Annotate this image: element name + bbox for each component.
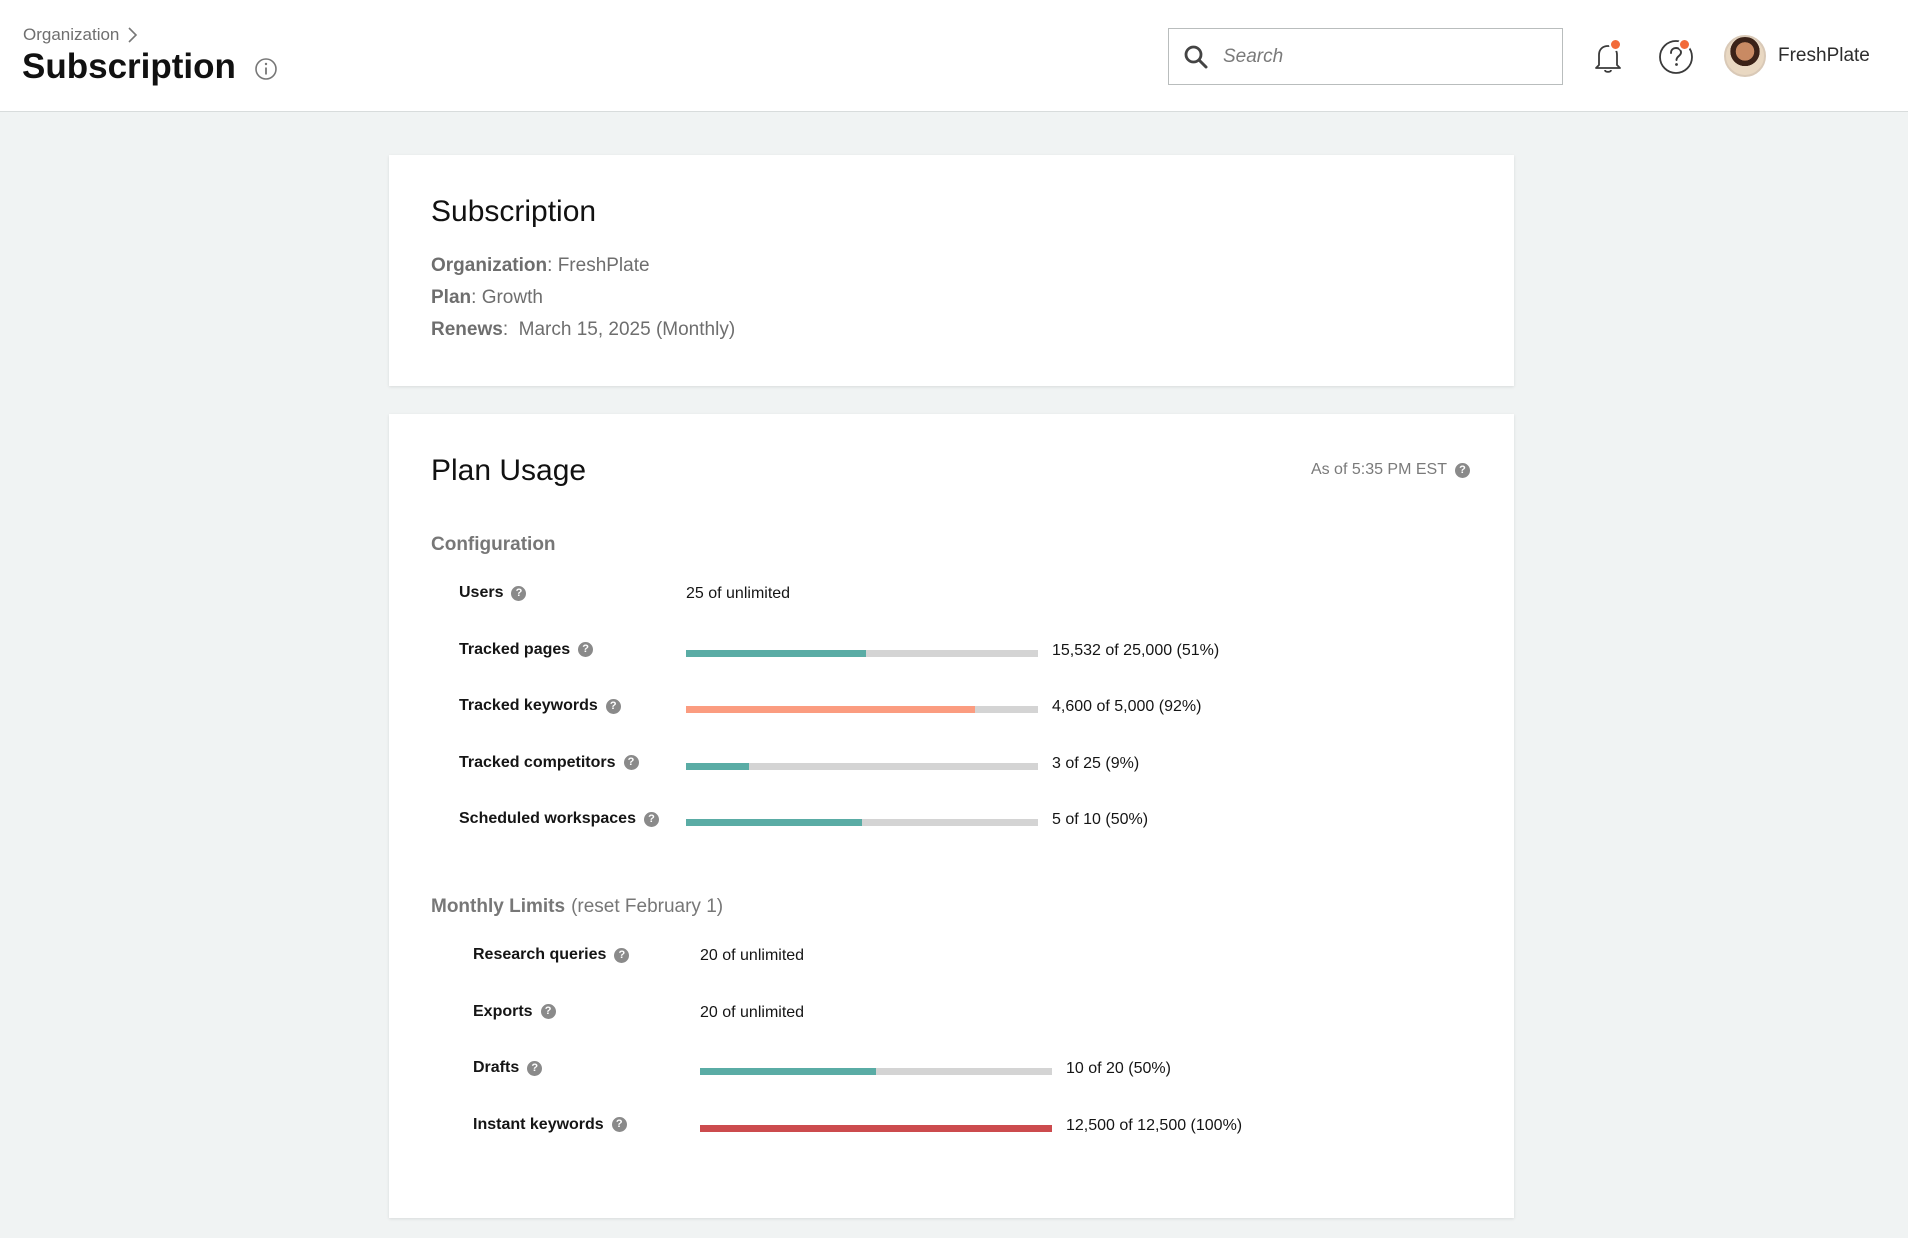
page-title-text: Subscription xyxy=(22,47,236,86)
search-icon xyxy=(1184,45,1208,68)
progress-bar xyxy=(686,706,1038,713)
page-title: Subscription xyxy=(22,47,278,87)
plan-row: Plan: Growth xyxy=(431,287,543,308)
usage-row: Scheduled workspaces? 5 of 10 (50%) xyxy=(459,810,1179,834)
usage-row-label-text: Tracked competitors xyxy=(459,753,616,771)
renews-value: March 15, 2025 (Monthly) xyxy=(518,319,736,340)
renews-row: Renews: March 15, 2025 (Monthly) xyxy=(431,319,736,340)
usage-row-value: 25 of unlimited xyxy=(686,585,791,602)
plan-usage-card: Plan Usage As of 5:35 PM EST ? Configura… xyxy=(389,414,1514,1218)
notification-dot xyxy=(1609,38,1622,51)
help-icon[interactable]: ? xyxy=(623,755,639,770)
progress-bar-fill xyxy=(686,762,750,770)
organization-label: Organization xyxy=(431,255,548,276)
monthly-limits-note: (reset February 1) xyxy=(571,896,724,917)
organization-value: FreshPlate xyxy=(557,255,650,276)
progress-bar-fill xyxy=(686,649,866,657)
usage-row-label-text: Users xyxy=(459,584,504,601)
usage-row: Drafts? 10 of 20 (50%) xyxy=(473,1059,1193,1083)
usage-row-value: 20 of unlimited xyxy=(700,1003,805,1021)
help-icon[interactable]: ? xyxy=(540,1004,556,1019)
help-icon[interactable]: ? xyxy=(614,947,630,963)
help-icon[interactable]: ? xyxy=(605,698,621,714)
subscription-card-title: Subscription xyxy=(431,195,597,228)
help-icon[interactable]: ? xyxy=(643,811,659,827)
configuration-section-label: Configuration xyxy=(431,534,556,555)
usage-row-label: Scheduled workspaces? xyxy=(459,810,659,828)
usage-row: Users? 25 of unlimited xyxy=(459,584,1179,608)
usage-row-value: 20 of unlimited xyxy=(700,947,805,964)
chevron-right-icon xyxy=(128,27,138,43)
usage-row-label: Tracked pages? xyxy=(459,640,594,659)
usage-row-label-text: Scheduled workspaces xyxy=(459,810,636,827)
bell-icon xyxy=(1595,45,1621,73)
usage-row-value: 15,532 of 25,000 (51%) xyxy=(1052,641,1220,659)
subscription-card: Subscription Organization: FreshPlate Pl… xyxy=(389,155,1514,386)
usage-row-label: Exports? xyxy=(473,1003,556,1021)
breadcrumb-organization[interactable]: Organization xyxy=(23,25,119,45)
progress-bar xyxy=(686,819,1038,826)
plan-value: Growth xyxy=(481,287,543,308)
breadcrumb: Organization xyxy=(23,25,139,45)
usage-row-label-text: Research queries xyxy=(473,946,607,963)
usage-row: Exports? 20 of unlimited xyxy=(473,1003,1193,1027)
help-icon[interactable]: ? xyxy=(527,1060,543,1076)
usage-row-value: 4,600 of 5,000 (92%) xyxy=(1052,698,1202,715)
top-bar: Organization Subscription Search FreshPl… xyxy=(0,0,1908,112)
info-icon[interactable] xyxy=(254,57,278,81)
progress-bar-fill xyxy=(686,819,862,826)
help-icon[interactable]: ? xyxy=(511,585,527,601)
progress-bar-fill xyxy=(686,706,975,713)
user-name: FreshPlate xyxy=(1778,45,1870,66)
usage-row-label-text: Tracked pages xyxy=(459,640,571,658)
progress-bar xyxy=(686,649,1038,657)
usage-row-label: Instant keywords? xyxy=(473,1116,627,1134)
search-input[interactable] xyxy=(1223,45,1543,68)
usage-row: Tracked competitors? 3 of 25 (9%) xyxy=(459,754,1179,778)
usage-row-label-text: Exports xyxy=(473,1002,533,1020)
progress-bar xyxy=(686,762,1038,770)
usage-row: Tracked pages? 15,532 of 25,000 (51%) xyxy=(459,640,1219,665)
avatar xyxy=(1724,35,1766,77)
progress-bar-fill xyxy=(700,1068,876,1075)
usage-row-value: 5 of 10 (50%) xyxy=(1052,811,1149,828)
help-icon[interactable]: ? xyxy=(611,1117,627,1132)
plan-label: Plan xyxy=(431,287,472,308)
usage-row-label-text: Tracked keywords xyxy=(459,697,598,714)
search-box[interactable] xyxy=(1168,28,1563,85)
user-menu[interactable]: FreshPlate xyxy=(1724,34,1870,78)
usage-row-label-text: Drafts xyxy=(473,1059,520,1076)
usage-row-label: Tracked keywords? xyxy=(459,697,621,715)
progress-bar-fill xyxy=(700,1124,1052,1132)
as-of-timestamp: As of 5:35 PM EST ? xyxy=(1311,461,1470,479)
monthly-limits-section-label: Monthly Limits (reset February 1) xyxy=(431,896,723,918)
usage-row-label: Research queries? xyxy=(473,946,630,964)
plan-usage-title: Plan Usage xyxy=(431,454,587,487)
usage-row: Instant keywords? 12,500 of 12,500 (100%) xyxy=(473,1116,1242,1140)
usage-row: Tracked keywords? 4,600 of 5,000 (92%) xyxy=(459,697,1201,721)
organization-row: Organization: FreshPlate xyxy=(431,255,650,276)
progress-bar xyxy=(700,1124,1052,1132)
usage-row-label-text: Instant keywords xyxy=(473,1115,604,1133)
renews-label: Renews xyxy=(431,319,503,340)
usage-row-label: Users? xyxy=(459,584,527,602)
usage-row-value: 3 of 25 (9%) xyxy=(1052,754,1140,772)
usage-row: Research queries? 20 of unlimited xyxy=(473,946,1193,970)
usage-row-label: Drafts? xyxy=(473,1059,543,1077)
notifications-button[interactable] xyxy=(1588,37,1628,77)
help-icon[interactable]: ? xyxy=(578,642,594,657)
help-button[interactable] xyxy=(1656,37,1696,77)
usage-row-value: 10 of 20 (50%) xyxy=(1066,1060,1171,1077)
as-of-text: As of 5:35 PM EST xyxy=(1310,461,1447,478)
help-notification-dot xyxy=(1678,38,1691,51)
usage-row-value: 12,500 of 12,500 (100%) xyxy=(1066,1116,1243,1134)
monthly-limits-label: Monthly Limits xyxy=(431,896,566,917)
usage-row-label: Tracked competitors? xyxy=(459,754,639,772)
help-icon[interactable]: ? xyxy=(1455,462,1470,478)
progress-bar xyxy=(700,1068,1052,1075)
